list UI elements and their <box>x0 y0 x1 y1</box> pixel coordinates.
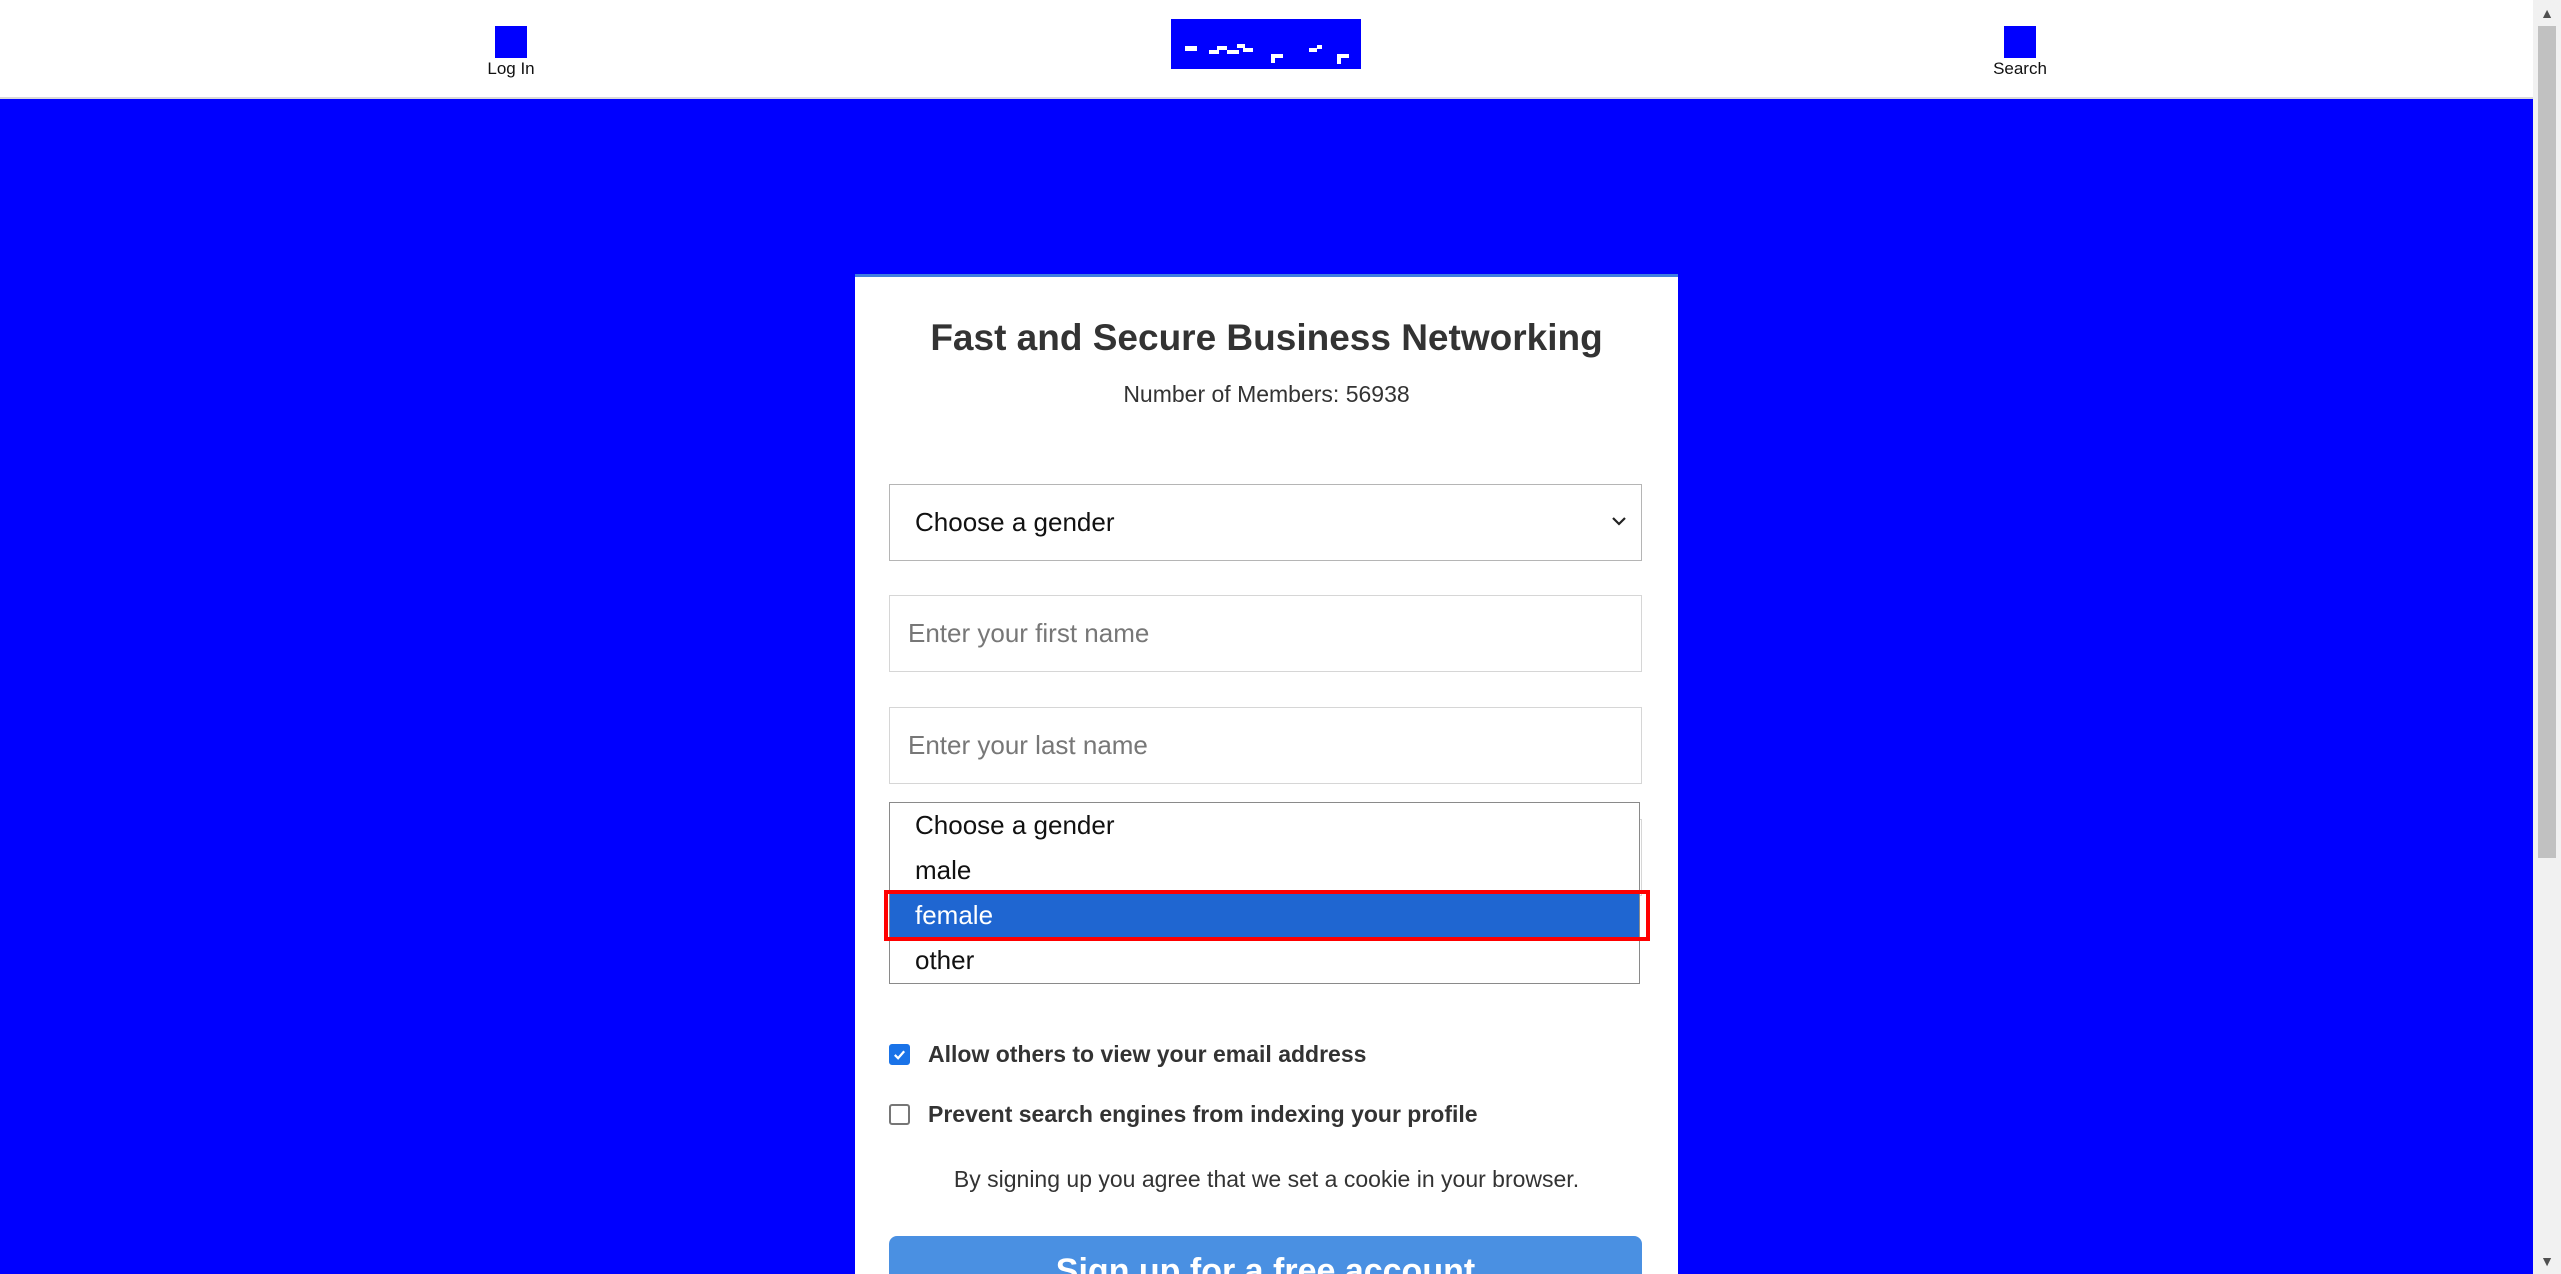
gender-select-value: Choose a gender <box>915 507 1115 537</box>
chevron-down-icon <box>1612 517 1626 526</box>
prevent-indexing-label: Prevent search engines from indexing you… <box>928 1101 1478 1127</box>
login-icon <box>495 26 527 58</box>
allow-email-label: Allow others to view your email address <box>928 1041 1367 1067</box>
gender-select[interactable]: Choose a gender <box>889 484 1642 561</box>
scroll-down-arrow-icon[interactable]: ▼ <box>2533 1248 2561 1274</box>
prevent-indexing-row[interactable]: Prevent search engines from indexing you… <box>889 1101 1478 1128</box>
card-title: Fast and Secure Business Networking <box>930 317 1603 358</box>
prevent-indexing-checkbox[interactable] <box>889 1104 910 1125</box>
last-name-input[interactable] <box>889 707 1642 784</box>
signup-button[interactable]: Sign up for a free account <box>889 1236 1642 1274</box>
search-icon <box>2004 26 2036 58</box>
gender-option-female[interactable]: female <box>890 893 1639 938</box>
gender-dropdown[interactable]: Choose a gender male female other <box>889 802 1640 984</box>
gender-option-choose[interactable]: Choose a gender <box>890 803 1639 848</box>
search-link[interactable]: Search <box>1990 26 2050 79</box>
login-link[interactable]: Log In <box>486 26 536 79</box>
gender-option-male[interactable]: male <box>890 848 1639 893</box>
allow-email-checkbox[interactable] <box>889 1044 910 1065</box>
signup-card: Fast and Secure Business Networking Numb… <box>855 274 1678 1274</box>
members-label: Number of Members: <box>1123 381 1340 407</box>
page-scrollbar[interactable]: ▲ ▼ <box>2533 0 2561 1274</box>
login-label: Log In <box>487 59 535 78</box>
site-header: Log In Search <box>0 0 2533 99</box>
site-logo[interactable] <box>1171 19 1361 69</box>
signup-button-label: Sign up for a free account <box>1055 1252 1476 1274</box>
scrollbar-thumb[interactable] <box>2538 26 2556 858</box>
search-label: Search <box>1993 59 2047 78</box>
members-number: 56938 <box>1345 381 1410 407</box>
first-name-input[interactable] <box>889 595 1642 672</box>
members-count: Number of Members: 56938 <box>855 381 1678 408</box>
gender-option-other[interactable]: other <box>890 938 1639 983</box>
check-icon <box>894 1050 906 1060</box>
scroll-up-arrow-icon[interactable]: ▲ <box>2533 0 2561 26</box>
cookie-note: By signing up you agree that we set a co… <box>953 1166 1580 1192</box>
allow-email-row[interactable]: Allow others to view your email address <box>889 1041 1366 1068</box>
